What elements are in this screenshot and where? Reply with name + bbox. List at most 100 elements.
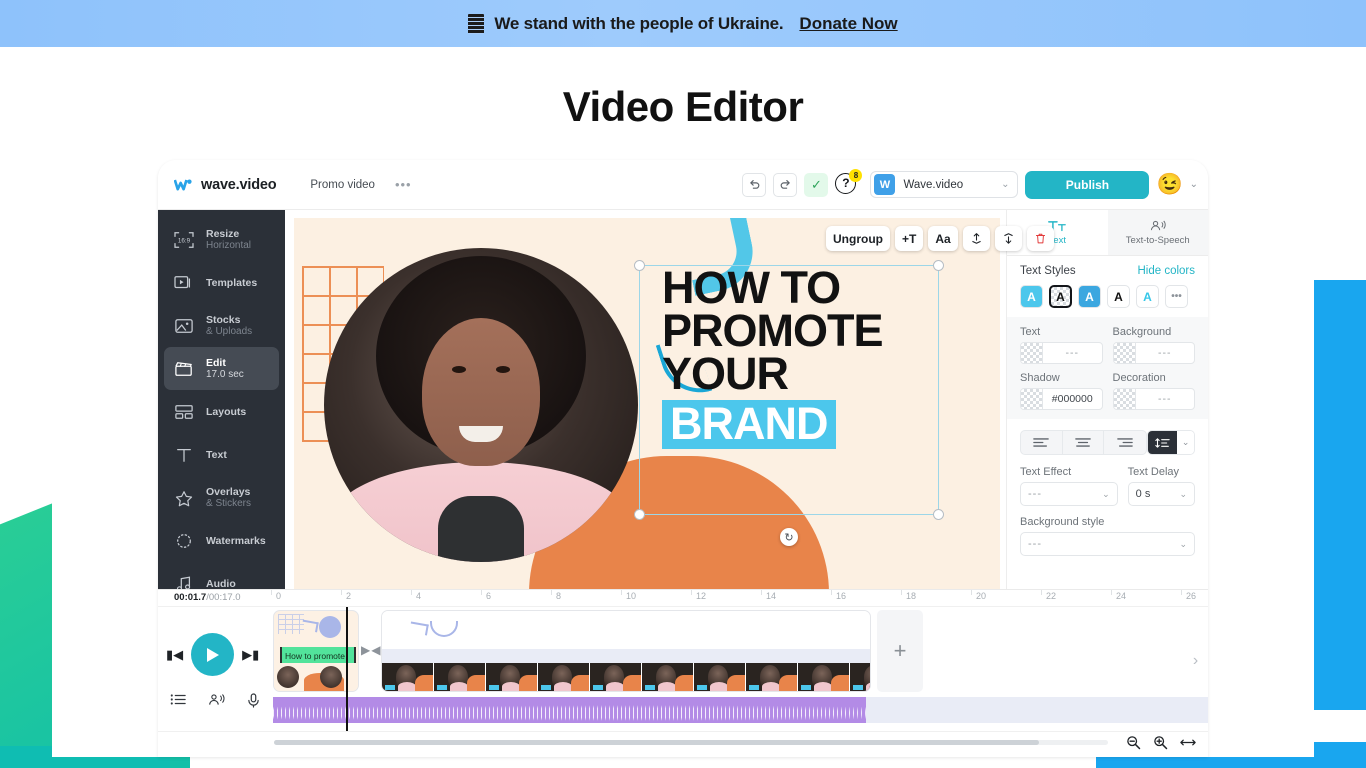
sidebar-item-label: Audio <box>206 578 236 589</box>
style-filled-blue[interactable]: A <box>1020 285 1043 308</box>
style-plain-black[interactable]: A <box>1107 285 1130 308</box>
saved-indicator[interactable]: ✓ <box>804 172 829 197</box>
zoom-out-icon[interactable] <box>1126 735 1141 753</box>
tab-text-to-speech[interactable]: Text-to-Speech <box>1107 210 1208 255</box>
font-button[interactable]: Aa <box>928 226 958 251</box>
ruler-tick-label: 24 <box>1116 591 1127 601</box>
current-time: 00:01.7 <box>174 592 207 603</box>
publish-button[interactable]: Publish <box>1025 170 1150 199</box>
hide-colors-link[interactable]: Hide colors <box>1137 265 1195 277</box>
background-style-select[interactable]: --- ⌄ <box>1020 532 1195 556</box>
sidebar-item-audio[interactable]: Audio <box>164 562 279 589</box>
horizontal-scrollbar[interactable] <box>274 740 1039 745</box>
sidebar-item-sublabel: & Stickers <box>206 497 252 509</box>
ukraine-flag-icon <box>468 13 485 34</box>
ruler-tick-label: 14 <box>766 591 777 601</box>
align-left-button[interactable] <box>1021 431 1063 454</box>
background-color-label: Background <box>1112 326 1172 338</box>
text-delay-select[interactable]: 0 s ⌄ <box>1127 482 1195 506</box>
sidebar-item-resize[interactable]: 16:9 Resize Horizontal <box>164 218 279 261</box>
redo-button[interactable] <box>773 172 798 197</box>
voiceover-icon[interactable] <box>208 693 225 711</box>
add-text-button[interactable]: +T <box>895 226 924 251</box>
align-right-button[interactable] <box>1104 431 1146 454</box>
style-blue-letter[interactable]: A <box>1136 285 1159 308</box>
filmstrip-frame <box>850 663 870 691</box>
project-more-button[interactable]: ••• <box>395 177 412 192</box>
play-button[interactable] <box>191 633 235 676</box>
sidebar-item-watermarks[interactable]: Watermarks <box>164 519 279 562</box>
style-solid-blue[interactable]: A <box>1078 285 1101 308</box>
timeline-ruler[interactable]: 00:01.7/00:17.0 0 2 4 6 8 10 12 14 16 18… <box>158 590 1208 607</box>
chevron-down-icon: ⌄ <box>1102 488 1110 499</box>
clip-filmstrip <box>382 663 870 691</box>
sidebar-item-stocks[interactable]: Stocks & Uploads <box>164 304 279 347</box>
sidebar-item-layouts[interactable]: Layouts <box>164 390 279 433</box>
scenes-list-icon[interactable] <box>170 693 186 711</box>
ruler-tick-label: 6 <box>486 591 492 601</box>
sidebar-item-templates[interactable]: Templates <box>164 261 279 304</box>
channel-avatar: W <box>874 174 896 195</box>
clip-item-main[interactable] <box>381 610 871 692</box>
style-outlined-dark[interactable]: A <box>1049 285 1072 308</box>
resize-handle-top-right[interactable] <box>933 260 944 271</box>
sidebar-item-edit[interactable]: Edit 17.0 sec <box>164 347 279 390</box>
help-button[interactable]: ? 8 <box>835 168 863 197</box>
clip-trim-handles[interactable]: ▶ ◀ <box>361 643 380 657</box>
fit-width-icon[interactable] <box>1180 735 1196 753</box>
sidebar-item-overlays[interactable]: Overlays & Stickers <box>164 476 279 519</box>
audio-track-empty[interactable] <box>866 697 1208 723</box>
resize-handle-bottom-right[interactable] <box>933 509 944 520</box>
skip-next-icon[interactable]: ▶▮ <box>242 647 259 663</box>
resize-handle-top-left[interactable] <box>634 260 645 271</box>
canvas-area: HOW TO PROMOTE YOUR BRAND ↻ Ungroup +T A… <box>285 210 1054 596</box>
brand-logo[interactable]: wave.video <box>174 177 277 193</box>
ruler-tick-label: 16 <box>836 591 847 601</box>
style-more[interactable]: ••• <box>1165 285 1188 308</box>
skip-previous-icon[interactable]: ▮◀ <box>166 647 183 663</box>
user-menu-chevron-down-icon[interactable]: ⌄ <box>1190 179 1198 190</box>
align-center-button[interactable] <box>1063 431 1105 454</box>
delete-button[interactable] <box>1026 226 1054 251</box>
tab-text-to-speech-label: Text-to-Speech <box>1125 235 1190 246</box>
line-height-button[interactable] <box>1147 431 1178 454</box>
avatar[interactable]: 😉 <box>1156 173 1182 197</box>
sidebar-item-text[interactable]: Text <box>164 433 279 476</box>
zoom-in-icon[interactable] <box>1153 735 1168 753</box>
trim-handle-right-icon[interactable]: ▶ <box>361 643 370 657</box>
add-clip-button[interactable]: + <box>877 610 923 692</box>
shadow-color-label: Shadow <box>1020 372 1060 384</box>
clips-area[interactable]: How to promote ▶ ◀ + › <box>273 607 1208 731</box>
channel-selector[interactable]: W Wave.video ⌄ <box>870 171 1019 198</box>
svg-text:16:9: 16:9 <box>178 237 191 244</box>
microphone-icon[interactable] <box>247 693 260 711</box>
donate-now-link[interactable]: Donate Now <box>799 14 897 34</box>
line-height-chevron-down-icon[interactable]: ⌄ <box>1177 431 1194 454</box>
text-effect-select[interactable]: --- ⌄ <box>1020 482 1118 506</box>
audio-track[interactable] <box>273 697 866 723</box>
rotate-icon[interactable]: ↻ <box>780 528 798 546</box>
selection-box[interactable]: ↻ <box>634 260 944 546</box>
scroll-right-chevron-icon[interactable]: › <box>1189 649 1202 673</box>
zoom-controls <box>1126 735 1196 753</box>
transport-controls: ▮◀ ▶▮ <box>166 633 259 676</box>
decoration-color-field[interactable]: --- <box>1112 388 1195 410</box>
bring-forward-button[interactable] <box>962 226 990 251</box>
ungroup-button[interactable]: Ungroup <box>826 226 890 251</box>
timeline-footer <box>158 731 1208 757</box>
sidebar-item-label: Watermarks <box>206 535 266 548</box>
text-color-field[interactable]: --- <box>1020 342 1103 364</box>
clip-caption[interactable]: How to promote <box>280 647 356 664</box>
playhead[interactable] <box>346 607 348 731</box>
resize-handle-bottom-left[interactable] <box>634 509 645 520</box>
text-style-swatches: A A A A A ••• <box>1020 285 1195 308</box>
send-backward-button[interactable] <box>994 226 1022 251</box>
trim-handle-left-icon[interactable]: ◀ <box>371 643 380 657</box>
timeline-tools <box>170 693 260 711</box>
background-color-field[interactable]: --- <box>1112 342 1195 364</box>
decoration-color-label: Decoration <box>1112 372 1166 384</box>
undo-button[interactable] <box>742 172 767 197</box>
shadow-color-field[interactable]: #000000 <box>1020 388 1103 410</box>
video-canvas[interactable]: HOW TO PROMOTE YOUR BRAND ↻ <box>294 218 1000 596</box>
project-name[interactable]: Promo video <box>310 179 375 191</box>
